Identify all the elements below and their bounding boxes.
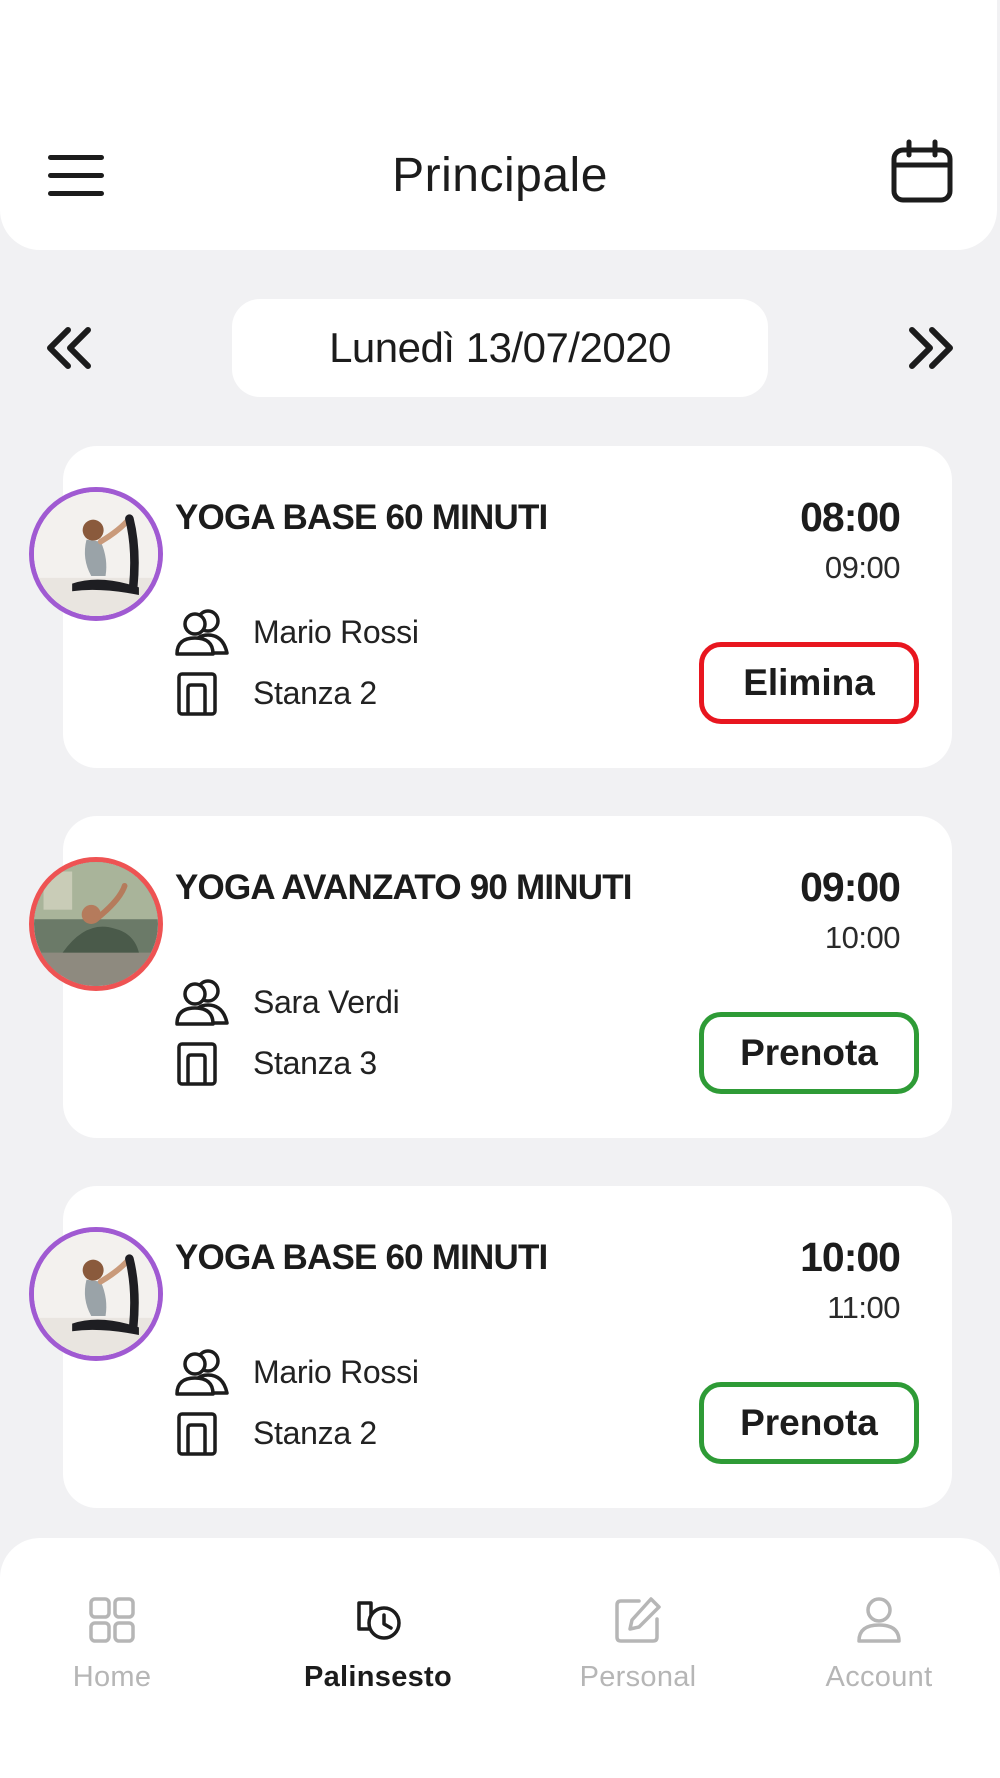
end-time: 11:00	[827, 1290, 900, 1325]
nav-label: Palinsesto	[303, 1661, 453, 1693]
nav-item-account[interactable]: Account	[779, 1593, 979, 1694]
course-title: YOGA AVANZATO 90 MINUTI	[175, 868, 633, 907]
nav-label: Personal	[579, 1661, 697, 1693]
end-time: 10:00	[824, 920, 901, 955]
door-icon	[171, 1038, 235, 1088]
app-screen: Principale Lunedì 13/07/2020 YOGA BASE 6…	[0, 0, 1000, 1778]
course-title: YOGA BASE 60 MINUTI	[175, 1238, 548, 1277]
nav-item-palinsesto[interactable]: Palinsesto	[278, 1593, 478, 1694]
edit-icon	[615, 1597, 661, 1643]
nav-item-home[interactable]: Home	[12, 1593, 212, 1694]
grid-icon	[89, 1597, 135, 1643]
delete-booking-button[interactable]: Elimina	[699, 642, 919, 724]
teacher-row: Sara Verdi	[171, 977, 400, 1027]
course-title: YOGA BASE 60 MINUTI	[175, 498, 548, 537]
start-time: 10:00	[800, 1234, 901, 1280]
users-icon	[171, 1347, 235, 1397]
user-icon	[857, 1597, 901, 1643]
lesson-card[interactable]: YOGA BASE 60 MINUTI 10:00 11:00 Mario Ro…	[29, 1186, 952, 1508]
schedule-history-icon	[357, 1601, 401, 1640]
calendar-icon[interactable]	[888, 138, 956, 206]
nav-label: Home	[72, 1661, 152, 1693]
room-name: Stanza 2	[253, 1414, 377, 1451]
teacher-name: Mario Rossi	[253, 1353, 419, 1390]
teacher-row: Mario Rossi	[171, 607, 419, 657]
double-chevron-left-icon[interactable]	[40, 318, 100, 378]
bottom-navigation: Home Palinsesto Personal Account	[0, 1538, 1000, 1778]
users-icon	[171, 977, 235, 1027]
room-name: Stanza 3	[253, 1044, 377, 1081]
start-time: 09:00	[800, 864, 901, 910]
lesson-card[interactable]: YOGA AVANZATO 90 MINUTI 09:00 10:00 Sara…	[29, 816, 952, 1138]
top-header: Principale	[0, 0, 997, 250]
instructor-avatar	[29, 487, 163, 621]
end-time: 09:00	[824, 550, 901, 585]
start-time: 08:00	[800, 494, 901, 540]
instructor-avatar	[29, 857, 163, 991]
nav-label: Account	[825, 1661, 933, 1693]
room-row: Stanza 2	[171, 1408, 377, 1458]
lesson-card[interactable]: YOGA BASE 60 MINUTI 08:00 09:00 Mario Ro…	[29, 446, 952, 768]
teacher-row: Mario Rossi	[171, 1347, 419, 1397]
room-row: Stanza 3	[171, 1038, 377, 1088]
current-date[interactable]: Lunedì 13/07/2020	[232, 299, 768, 397]
nav-item-personal[interactable]: Personal	[538, 1593, 738, 1694]
double-chevron-right-icon[interactable]	[900, 318, 960, 378]
book-button[interactable]: Prenota	[699, 1382, 919, 1464]
room-name: Stanza 2	[253, 674, 377, 711]
door-icon	[171, 1408, 235, 1458]
teacher-name: Mario Rossi	[253, 613, 419, 650]
book-button[interactable]: Prenota	[699, 1012, 919, 1094]
teacher-name: Sara Verdi	[253, 983, 400, 1020]
door-icon	[171, 668, 235, 718]
room-row: Stanza 2	[171, 668, 377, 718]
users-icon	[171, 607, 235, 657]
page-title: Principale	[392, 149, 608, 202]
hamburger-menu-icon[interactable]	[40, 145, 112, 207]
instructor-avatar	[29, 1227, 163, 1361]
